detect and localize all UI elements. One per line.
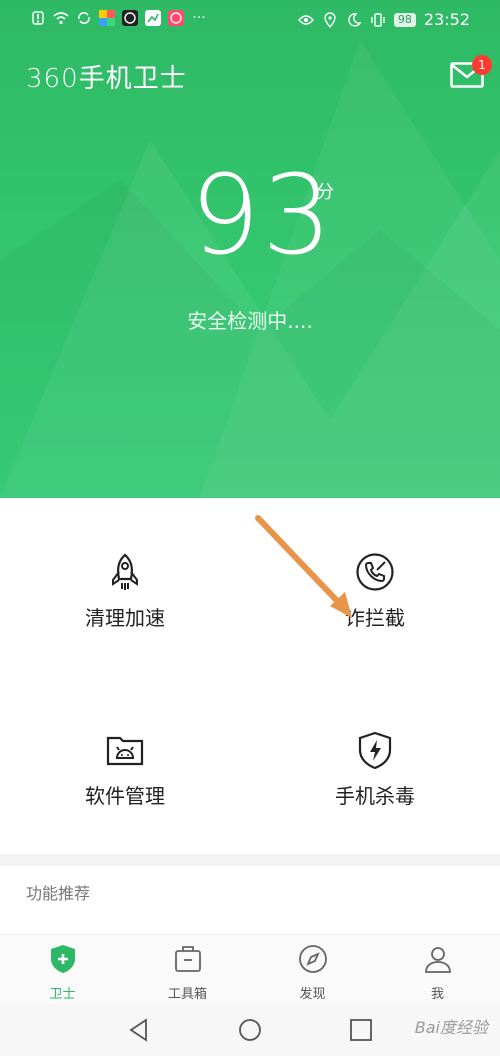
wifi-icon	[53, 10, 69, 26]
bottom-tab-bar: 卫士 工具箱 发现 我	[0, 934, 500, 1005]
mail-badge: 1	[472, 55, 492, 75]
feature-label: 清理加速	[85, 606, 165, 630]
tab-discover[interactable]: 发现	[250, 935, 375, 1005]
person-icon	[425, 947, 451, 973]
app-title: 360手机卫士	[26, 64, 187, 94]
shield-bolt-icon	[358, 731, 392, 770]
tab-me[interactable]: 我	[375, 935, 500, 1005]
recommend-title: 功能推荐	[26, 884, 91, 903]
watermark: Bai度经验	[414, 1018, 488, 1037]
phone-block-icon	[356, 553, 394, 591]
scan-status: 安全检测中....	[187, 309, 313, 333]
tab-label: 我	[430, 987, 444, 1002]
hero-banner: ··· 98 23:52 360手机卫士 1 93 分 安全检测中....	[0, 0, 500, 498]
clock-time: 23:52	[423, 10, 470, 29]
eye-icon	[297, 12, 314, 28]
moon-icon	[346, 12, 362, 28]
alert-icon	[30, 10, 46, 26]
feature-label: 手机杀毒	[335, 784, 415, 808]
score-unit: 分	[316, 182, 334, 203]
recents-icon[interactable]	[348, 1017, 374, 1043]
feature-grid: 清理加速 诈拦截 软件管理 手机杀毒	[0, 498, 500, 854]
status-bar: ··· 98 23:52	[0, 0, 500, 40]
more-dots-icon: ···	[192, 10, 206, 26]
battery-level: 98	[393, 12, 416, 27]
feature-label: 软件管理	[85, 784, 165, 808]
android-folder-icon	[106, 736, 144, 766]
tab-label: 卫士	[49, 987, 76, 1002]
smile-app-icon	[168, 10, 184, 26]
home-icon[interactable]	[237, 1017, 263, 1043]
feature-fraud-block[interactable]: 诈拦截	[250, 498, 500, 676]
toolbox-icon	[175, 946, 201, 972]
feature-antivirus[interactable]: 手机杀毒	[250, 676, 500, 854]
clock-app-icon	[122, 10, 138, 26]
sync-icon	[76, 10, 92, 26]
feature-clean-boost[interactable]: 清理加速	[0, 498, 250, 676]
feature-label: 诈拦截	[345, 606, 405, 630]
chart-app-icon	[145, 10, 161, 26]
security-score: 93	[190, 151, 334, 279]
compass-icon	[299, 945, 327, 973]
back-icon[interactable]	[126, 1017, 152, 1043]
tab-guard[interactable]: 卫士	[0, 935, 125, 1005]
shield-plus-icon	[51, 945, 75, 973]
app-icon-colorful	[99, 10, 115, 26]
location-icon	[322, 11, 338, 28]
vibrate-icon	[370, 12, 386, 28]
section-divider	[0, 854, 500, 866]
tab-label: 发现	[299, 987, 326, 1002]
tab-toolbox[interactable]: 工具箱	[125, 935, 250, 1005]
tab-label: 工具箱	[167, 987, 207, 1002]
feature-app-manager[interactable]: 软件管理	[0, 676, 250, 854]
rocket-icon	[112, 553, 138, 590]
